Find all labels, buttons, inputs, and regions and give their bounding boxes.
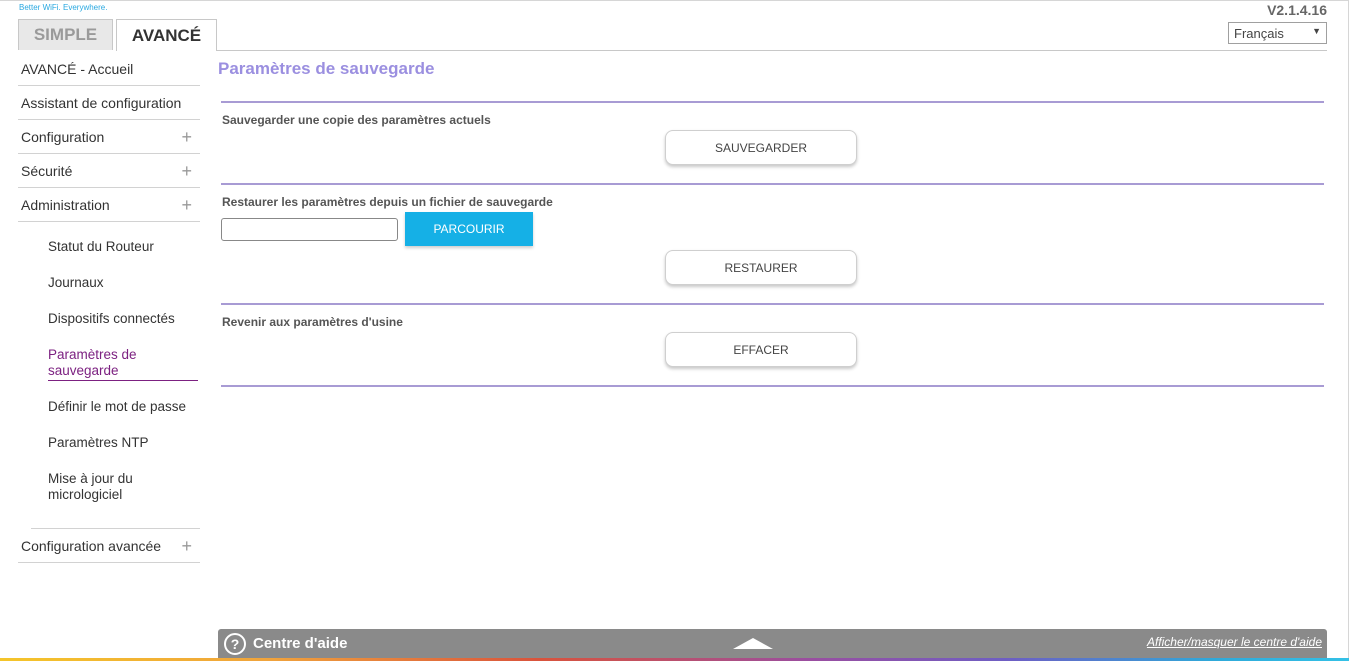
section-divider xyxy=(221,385,1324,387)
page-title: Paramètres de sauvegarde xyxy=(218,59,435,78)
expand-plus-icon[interactable]: + xyxy=(181,127,192,148)
expand-plus-icon[interactable]: + xyxy=(181,161,192,182)
sidebar-item-connected-devices[interactable]: Dispositifs connectés xyxy=(48,311,198,327)
language-value: Français xyxy=(1234,26,1284,41)
tab-advanced[interactable]: AVANCÉ xyxy=(116,19,217,51)
expand-arrow-icon[interactable] xyxy=(733,638,773,649)
nav-label: Sécurité xyxy=(21,163,73,179)
question-mark-icon: ? xyxy=(224,633,246,655)
help-center-title: Centre d'aide xyxy=(253,635,348,652)
sidebar-item-set-password[interactable]: Définir le mot de passe xyxy=(48,399,198,415)
administration-submenu: Statut du Routeur Journaux Dispositifs c… xyxy=(18,222,200,528)
nav-configuration[interactable]: Configuration + xyxy=(18,120,200,154)
nav-advanced-configuration[interactable]: Configuration avancée + xyxy=(18,529,200,563)
section-divider xyxy=(221,303,1324,305)
brand-tagline: Better WiFi. Everywhere. xyxy=(19,3,108,12)
language-select[interactable]: Français ▼ xyxy=(1228,22,1327,44)
restore-label: Restaurer les paramètres depuis un fichi… xyxy=(222,195,553,209)
restore-button[interactable]: RESTAURER xyxy=(665,250,857,285)
nav-label: Assistant de configuration xyxy=(21,95,182,111)
backup-label: Sauvegarder une copie des paramètres act… xyxy=(222,113,491,127)
nav-advanced-home[interactable]: AVANCÉ - Accueil xyxy=(18,52,200,86)
nav-setup-wizard[interactable]: Assistant de configuration xyxy=(18,86,200,120)
sidebar-nav: AVANCÉ - Accueil Assistant de configurat… xyxy=(18,52,200,563)
sidebar-item-firmware-update[interactable]: Mise à jour du micrologiciel xyxy=(48,471,198,503)
help-center-bar: ? Centre d'aide Afficher/masquer le cent… xyxy=(218,629,1327,658)
expand-plus-icon[interactable]: + xyxy=(181,195,192,216)
sidebar-item-router-status[interactable]: Statut du Routeur xyxy=(48,239,198,255)
backup-file-input[interactable] xyxy=(221,218,398,241)
firmware-version: V2.1.4.16 xyxy=(1267,2,1327,18)
nav-label: Configuration avancée xyxy=(21,538,162,554)
sidebar-item-backup-settings[interactable]: Paramètres de sauvegarde xyxy=(48,347,198,381)
nav-label: AVANCÉ - Accueil xyxy=(21,61,134,77)
nav-label: Configuration xyxy=(21,129,105,145)
factory-reset-label: Revenir aux paramètres d'usine xyxy=(222,315,403,329)
tabs-divider xyxy=(217,50,1327,51)
sidebar-item-logs[interactable]: Journaux xyxy=(48,275,198,291)
save-backup-button[interactable]: SAUVEGARDER xyxy=(665,130,857,165)
nav-label: Administration xyxy=(21,197,110,213)
nav-security[interactable]: Sécurité + xyxy=(18,154,200,188)
toggle-help-link[interactable]: Afficher/masquer le centre d'aide xyxy=(1147,635,1322,649)
tab-simple[interactable]: SIMPLE xyxy=(18,19,113,50)
sidebar-item-ntp-settings[interactable]: Paramètres NTP xyxy=(48,435,198,451)
router-admin-page: Better WiFi. Everywhere. V2.1.4.16 SIMPL… xyxy=(0,0,1349,661)
nav-administration[interactable]: Administration + xyxy=(18,188,200,222)
erase-button[interactable]: EFFACER xyxy=(665,332,857,367)
dropdown-arrow-icon: ▼ xyxy=(1312,26,1321,36)
browse-button[interactable]: PARCOURIR xyxy=(405,212,533,246)
section-divider xyxy=(221,183,1324,185)
section-divider xyxy=(221,101,1324,103)
expand-plus-icon[interactable]: + xyxy=(181,536,192,557)
